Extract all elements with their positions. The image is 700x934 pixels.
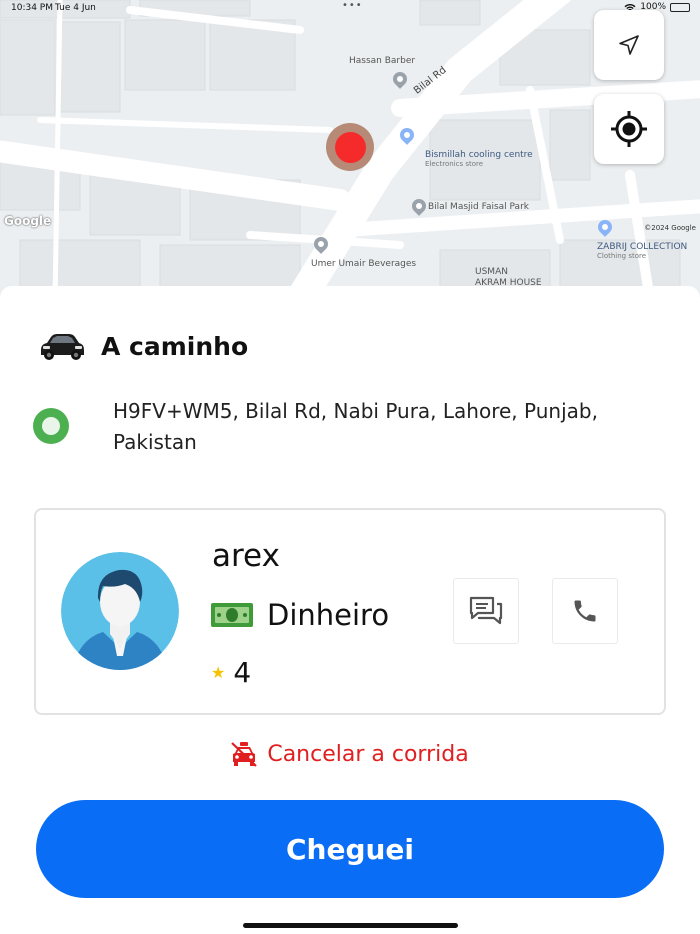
- map-label-umer[interactable]: Umer Umair Beverages: [311, 259, 416, 269]
- chat-button[interactable]: [453, 578, 519, 644]
- map-view[interactable]: 10:34 PM Tue 4 Jun ••• 100% Hassan Barbe…: [0, 0, 700, 300]
- phone-icon: [574, 600, 596, 622]
- my-location-button[interactable]: [594, 94, 664, 164]
- marker-core: [334, 131, 366, 163]
- car-icon: [41, 334, 84, 360]
- home-indicator[interactable]: [243, 923, 458, 928]
- status-time: 10:34 PM: [11, 3, 53, 13]
- navigate-button[interactable]: [594, 10, 664, 80]
- multitasking-dots[interactable]: •••: [342, 0, 363, 11]
- star-icon: ★: [211, 663, 226, 682]
- driver-name: arex: [212, 538, 280, 574]
- cancel-ride-button[interactable]: Cancelar a corrida: [0, 741, 700, 767]
- status-date: Tue 4 Jun: [55, 3, 96, 13]
- map-label-hassan-barber[interactable]: Hassan Barber: [349, 56, 415, 66]
- arrived-button[interactable]: Cheguei: [36, 800, 664, 898]
- payment-method-label: Dinheiro: [267, 598, 390, 632]
- ride-status-title: A caminho: [101, 331, 249, 361]
- navigate-arrow-icon: [619, 35, 639, 55]
- call-button[interactable]: [552, 578, 618, 644]
- cancel-taxi-icon: [231, 742, 258, 767]
- map-label-zabrij-name: ZABRIJ COLLECTION: [597, 242, 688, 252]
- map-label-usman: USMAN: [475, 267, 508, 277]
- cancel-ride-label: Cancelar a corrida: [267, 741, 469, 767]
- map-label-zabrij-type: Clothing store: [597, 252, 647, 260]
- map-label-bismillah-type: Electronics store: [425, 160, 484, 168]
- pickup-address: H9FV+WM5, Bilal Rd, Nabi Pura, Lahore, P…: [113, 399, 598, 454]
- driver-location-marker: [326, 123, 374, 171]
- payment-method-row: Dinheiro: [210, 598, 389, 632]
- driver-rating: 4: [233, 656, 252, 689]
- ride-status-row: A caminho: [37, 330, 248, 362]
- map-label-masjid[interactable]: Bilal Masjid Faisal Park: [428, 202, 529, 212]
- cash-icon: [211, 603, 253, 627]
- my-location-icon: [611, 111, 647, 147]
- chat-icon: [469, 596, 503, 625]
- google-logo: Google: [4, 214, 52, 228]
- map-label-zabrij[interactable]: ZABRIJ COLLECTION Clothing store: [597, 242, 687, 260]
- driver-rating-row: ★ 4: [211, 656, 251, 689]
- driver-card: arex Dinheiro ★ 4: [34, 508, 666, 715]
- map-label-bismillah-name: Bismillah cooling centre: [425, 150, 533, 160]
- ride-bottom-sheet: A caminho H9FV+WM5, Bilal Rd, Nabi Pura,…: [0, 286, 700, 934]
- map-copyright: ©2024 Google: [644, 224, 696, 232]
- avatar-icon: [61, 552, 179, 670]
- pickup-dot-icon: [33, 408, 69, 444]
- battery-icon: [670, 2, 690, 12]
- map-label-bismillah[interactable]: Bismillah cooling centre Electronics sto…: [425, 150, 533, 168]
